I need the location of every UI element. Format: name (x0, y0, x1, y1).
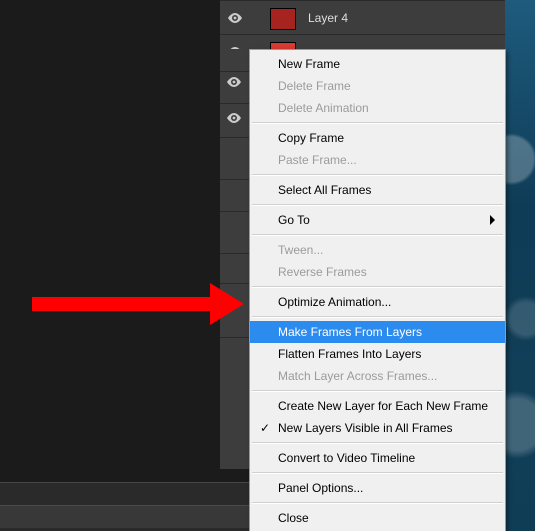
desktop-background-slice (505, 0, 535, 531)
menu-new-frame[interactable]: New Frame (250, 53, 505, 75)
menu-separator (252, 174, 503, 176)
menu-panel-options[interactable]: Panel Options... (250, 477, 505, 499)
menu-item-label: Reverse Frames (278, 265, 367, 279)
layer-thumbnail (268, 6, 296, 30)
visibility-eye-icon[interactable] (227, 111, 241, 126)
menu-flatten-frames-into-layers[interactable]: Flatten Frames Into Layers (250, 343, 505, 365)
menu-separator (252, 234, 503, 236)
menu-item-label: Select All Frames (278, 183, 371, 197)
menu-item-label: Paste Frame... (278, 153, 357, 167)
layer-label: Layer 4 (308, 11, 348, 25)
menu-go-to[interactable]: Go To (250, 209, 505, 231)
menu-item-label: New Layers Visible in All Frames (278, 421, 453, 435)
menu-new-layers-visible-all-frames[interactable]: ✓ New Layers Visible in All Frames (250, 417, 505, 439)
menu-item-label: Create New Layer for Each New Frame (278, 399, 488, 413)
document-canvas-area (0, 0, 220, 480)
menu-select-all-frames[interactable]: Select All Frames (250, 179, 505, 201)
menu-item-label: Delete Animation (278, 101, 369, 115)
submenu-arrow-icon (490, 215, 495, 225)
menu-item-label: Match Layer Across Frames... (278, 369, 437, 383)
menu-item-label: Tween... (278, 243, 323, 257)
visibility-eye-icon[interactable] (227, 75, 241, 90)
menu-item-label: Delete Frame (278, 79, 351, 93)
menu-item-label: Flatten Frames Into Layers (278, 347, 421, 361)
menu-separator (252, 472, 503, 474)
menu-delete-frame: Delete Frame (250, 75, 505, 97)
visibility-eye-icon[interactable] (220, 13, 250, 23)
menu-item-label: Close (278, 511, 309, 525)
menu-match-layer-across-frames: Match Layer Across Frames... (250, 365, 505, 387)
menu-separator (252, 204, 503, 206)
menu-separator (252, 390, 503, 392)
menu-reverse-frames: Reverse Frames (250, 261, 505, 283)
screenshot-root: Layer 4 New Fram (0, 0, 535, 531)
layer-row[interactable]: Layer 4 (220, 0, 510, 35)
menu-convert-to-video-timeline[interactable]: Convert to Video Timeline (250, 447, 505, 469)
timeline-panel-menu: New Frame Delete Frame Delete Animation … (249, 49, 506, 531)
menu-make-frames-from-layers[interactable]: Make Frames From Layers (250, 321, 505, 343)
menu-item-label: Copy Frame (278, 131, 344, 145)
menu-paste-frame: Paste Frame... (250, 149, 505, 171)
menu-item-label: Convert to Video Timeline (278, 451, 415, 465)
menu-separator (252, 316, 503, 318)
layers-panel-slice (220, 49, 249, 469)
menu-item-label: Go To (278, 213, 310, 227)
menu-copy-frame[interactable]: Copy Frame (250, 127, 505, 149)
menu-item-label: Optimize Animation... (278, 295, 391, 309)
menu-item-label: Make Frames From Layers (278, 325, 422, 339)
menu-separator (252, 286, 503, 288)
menu-delete-animation: Delete Animation (250, 97, 505, 119)
menu-item-label: New Frame (278, 57, 340, 71)
menu-optimize-animation[interactable]: Optimize Animation... (250, 291, 505, 313)
menu-item-label: Panel Options... (278, 481, 363, 495)
menu-separator (252, 502, 503, 504)
checkmark-icon: ✓ (258, 417, 272, 439)
menu-tween: Tween... (250, 239, 505, 261)
menu-separator (252, 442, 503, 444)
menu-create-new-layer-each-frame[interactable]: Create New Layer for Each New Frame (250, 395, 505, 417)
menu-separator (252, 122, 503, 124)
menu-close[interactable]: Close (250, 507, 505, 529)
